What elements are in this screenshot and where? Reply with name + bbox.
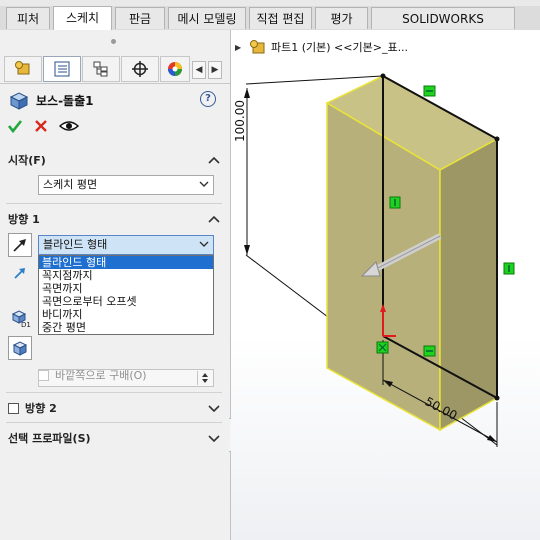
sketch-vertex[interactable] (380, 73, 386, 79)
dimension-arrowhead (487, 435, 497, 442)
dropdown-option[interactable]: 곡면까지 (39, 282, 213, 295)
dimension-arrowhead (244, 245, 250, 255)
dropdown-option[interactable]: 바디까지 (39, 308, 213, 321)
dimension-extension-line (245, 75, 384, 85)
end-condition-dropdown-list: 블라인드 형태 꼭지점까지 곡면까지 곡면으로부터 오프셋 바디까지 중간 평면 (38, 255, 214, 335)
dimension-arrowhead (244, 88, 250, 98)
dropdown-option[interactable]: 블라인드 형태 (39, 256, 213, 269)
dropdown-option[interactable]: 곡면으로부터 오프셋 (39, 295, 213, 308)
dropdown-option[interactable]: 중간 평면 (39, 321, 213, 334)
body-side-face[interactable] (439, 137, 498, 432)
sketch-vertex[interactable] (494, 136, 500, 142)
sketch-vertex[interactable] (494, 395, 500, 401)
dropdown-option[interactable]: 꼭지점까지 (39, 269, 213, 282)
height-dimension-text[interactable]: 100.00 (233, 100, 247, 142)
